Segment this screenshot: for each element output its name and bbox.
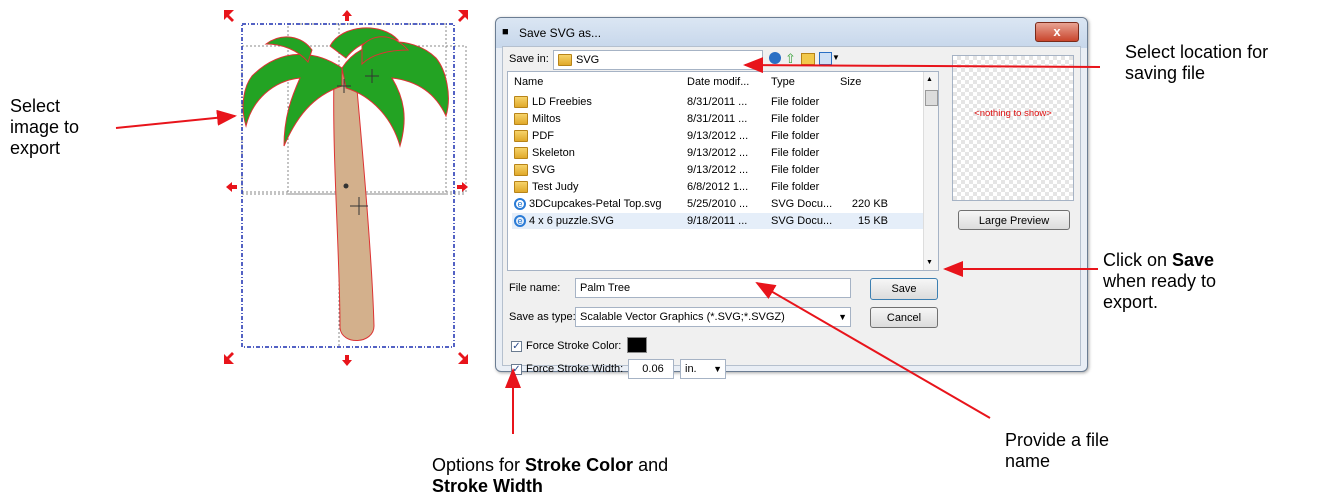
arrow-file-name [755, 281, 991, 419]
arrow-select-image [115, 109, 237, 129]
annotation-arrows [115, 57, 1101, 434]
arrow-select-location [743, 57, 1101, 74]
